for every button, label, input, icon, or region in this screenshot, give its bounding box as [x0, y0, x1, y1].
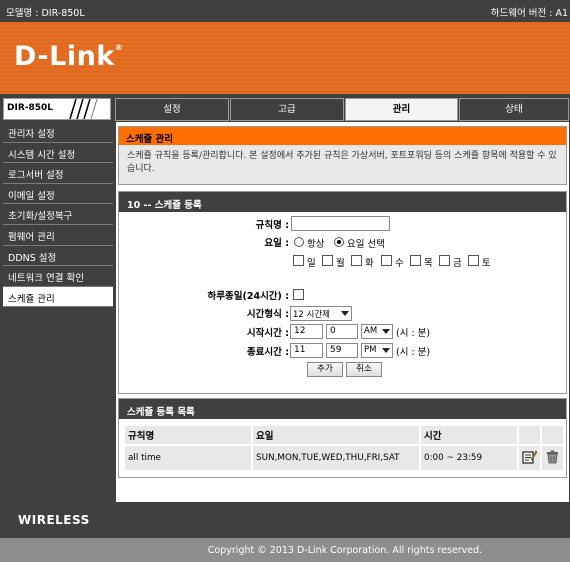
radio-always[interactable]: [294, 237, 304, 247]
edit-button[interactable]: [519, 446, 540, 470]
main-content: 스케쥴 관리 스케쥴 규칙을 등록/관리합니다. 본 설정에서 추가된 규칙은 …: [116, 122, 569, 502]
cancel-button[interactable]: 취소: [346, 362, 382, 377]
chevron-down-icon: [382, 329, 390, 334]
timeformat-label: 시간형식 :: [246, 309, 289, 320]
sidebar-item-firmware[interactable]: 펌웨어 관리: [3, 225, 113, 246]
col-delete: [542, 426, 563, 444]
radio-select-days[interactable]: [334, 237, 344, 247]
copyright: Copyright © 2013 D-Link Corporation. All…: [0, 538, 570, 562]
tab-advanced[interactable]: 고급: [230, 98, 344, 121]
register-title: 10 -- 스케쥴 등록: [119, 192, 566, 212]
top-info-bar: 모델명 : DIR-850L 하드웨어 버전 : A1: [0, 0, 570, 22]
col-rule-name: 규칙명: [125, 426, 251, 444]
main-nav: DIR-850L 설정 고급 관리 상태: [0, 94, 570, 122]
chevron-down-icon: [341, 311, 349, 316]
checkbox-mon[interactable]: [322, 255, 333, 266]
allday-label: 하루종일(24시간) :: [207, 291, 289, 302]
sidebar-item-network-check[interactable]: 네트워크 연결 확인: [3, 266, 113, 287]
radio-always-label: 항상: [307, 239, 325, 250]
row-rule-name: all time: [125, 446, 251, 470]
schedule-list-panel: 스케쥴 등록 목록 규칙명 요일 시간 all time SUN,MON,TUE…: [118, 398, 567, 478]
sidebar-item-schedule[interactable]: 스케쥴 관리: [3, 286, 113, 308]
col-time: 시간: [421, 426, 517, 444]
day-tue-label: 화: [365, 258, 374, 269]
schedule-table: 규칙명 요일 시간 all time SUN,MON,TUE,WED,THU,F…: [123, 424, 565, 472]
day-thu-label: 목: [424, 258, 433, 269]
sidebar-item-admin[interactable]: 관리자 설정: [3, 122, 113, 143]
checkbox-sat[interactable]: [468, 255, 479, 266]
tab-maintenance[interactable]: 관리: [345, 98, 458, 121]
checkbox-wed[interactable]: [381, 255, 392, 266]
start-hour-input[interactable]: 12: [290, 324, 323, 339]
edit-icon[interactable]: [522, 449, 538, 464]
start-time-label: 시작시간 :: [246, 328, 289, 339]
list-title: 스케쥴 등록 목록: [119, 399, 566, 419]
sidebar-item-reset[interactable]: 초기화/설정복구: [3, 204, 113, 225]
slash-decoration-icon: [69, 99, 98, 119]
chevron-down-icon: [382, 348, 390, 353]
row-days: SUN,MON,TUE,WED,THU,FRI,SAT: [253, 446, 419, 470]
checkbox-tue[interactable]: [351, 255, 362, 266]
table-row: all time SUN,MON,TUE,WED,THU,FRI,SAT 0:0…: [125, 446, 563, 470]
model-name: 모델명 : DIR-850L: [6, 8, 85, 19]
checkbox-sun[interactable]: [293, 255, 304, 266]
timeformat-select[interactable]: 12 시간제: [290, 306, 352, 321]
rule-name-input[interactable]: [291, 216, 390, 231]
brand-banner: D-Link®: [0, 22, 570, 94]
wireless-logo: WIRELESS: [18, 513, 90, 527]
day-fri-label: 금: [453, 258, 462, 269]
radio-select-days-label: 요일 선택: [347, 239, 385, 250]
checkbox-allday[interactable]: [293, 289, 304, 300]
day-label: 요일 :: [264, 238, 289, 249]
rule-name-label: 규칙명 :: [255, 220, 289, 231]
sidebar-item-email[interactable]: 이메일 설정: [3, 184, 113, 205]
intro-panel: 스케쥴 관리 스케쥴 규칙을 등록/관리합니다. 본 설정에서 추가된 규칙은 …: [118, 126, 567, 185]
day-sat-label: 토: [482, 258, 491, 269]
sidebar-item-log[interactable]: 로그서버 설정: [3, 163, 113, 184]
end-hour-input[interactable]: 11: [290, 343, 323, 358]
hardware-version: 하드웨어 버전 : A1: [490, 8, 568, 19]
trash-icon[interactable]: [545, 449, 560, 464]
add-button[interactable]: 추가: [307, 362, 343, 377]
day-sun-label: 일: [307, 258, 316, 269]
tab-status[interactable]: 상태: [459, 98, 569, 121]
delete-button[interactable]: [542, 446, 563, 470]
end-ampm-select[interactable]: PM: [361, 343, 393, 358]
row-time: 0:00 ~ 23:59: [421, 446, 517, 470]
schedule-register-panel: 10 -- 스케쥴 등록 규칙명 : 요일 : 항상 요일 선택 일 월 화 수…: [118, 191, 567, 394]
page-description: 스케쥴 규칙을 등록/관리합니다. 본 설정에서 추가된 규칙은 가상서버, 포…: [127, 151, 557, 174]
checkbox-fri[interactable]: [439, 255, 450, 266]
tab-setup[interactable]: 설정: [115, 98, 229, 121]
start-unit: (시 : 분): [396, 328, 431, 339]
start-ampm-select[interactable]: AM: [361, 324, 393, 339]
model-tab: DIR-850L: [3, 98, 111, 120]
sidebar-item-ddns[interactable]: DDNS 설정: [3, 246, 113, 267]
end-unit: (시 : 분): [396, 347, 431, 358]
sidebar-item-time[interactable]: 시스템 시간 설정: [3, 143, 113, 164]
end-minute-input[interactable]: 59: [326, 343, 358, 358]
checkbox-thu[interactable]: [410, 255, 421, 266]
day-wed-label: 수: [395, 258, 404, 269]
sidebar: 관리자 설정 시스템 시간 설정 로그서버 설정 이메일 설정 초기화/설정복구…: [3, 122, 113, 502]
model-tab-label: DIR-850L: [7, 103, 54, 113]
dlink-logo: D-Link®: [14, 41, 124, 72]
col-days: 요일: [253, 426, 419, 444]
footer-bar: WIRELESS: [0, 502, 570, 538]
col-edit: [519, 426, 540, 444]
start-minute-input[interactable]: 0: [326, 324, 358, 339]
page-title: 스케쥴 관리: [119, 127, 566, 145]
day-mon-label: 월: [336, 258, 345, 269]
end-time-label: 종료시간 :: [246, 347, 289, 358]
table-header-row: 규칙명 요일 시간: [125, 426, 563, 444]
